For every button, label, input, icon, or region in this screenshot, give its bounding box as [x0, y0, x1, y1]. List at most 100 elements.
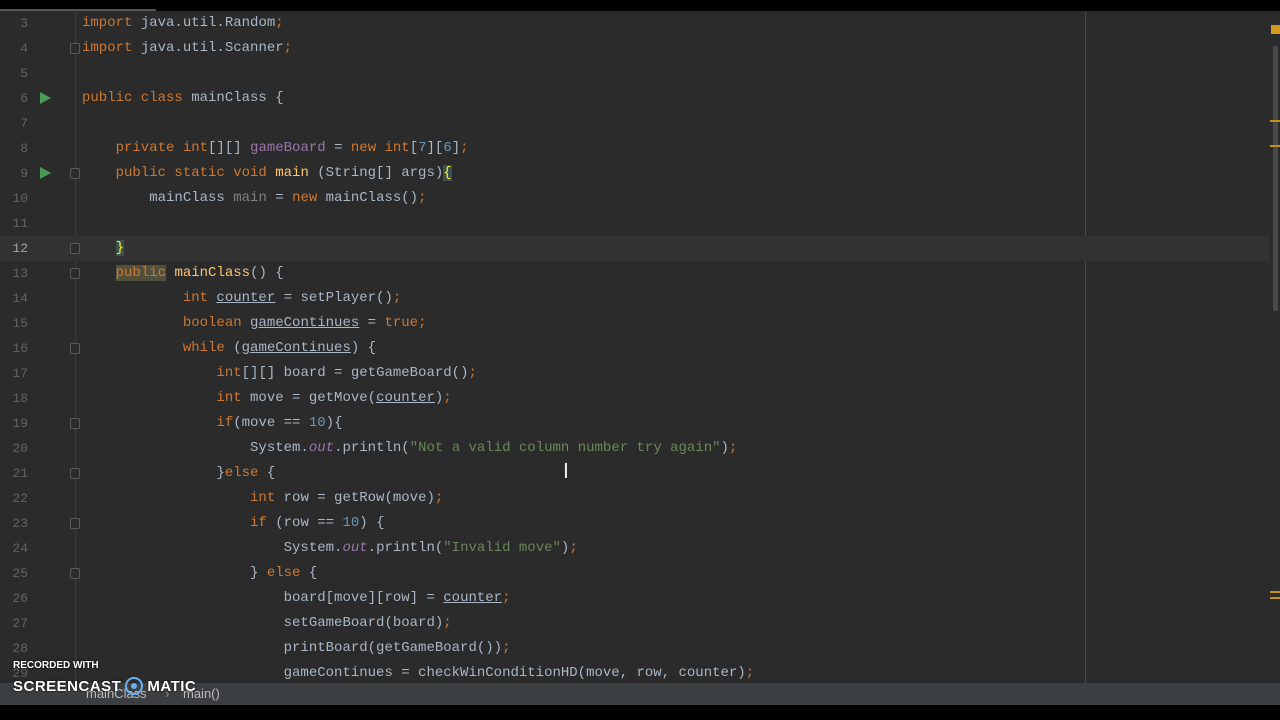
code-line[interactable]: 21 }else {	[0, 461, 1270, 486]
line-number: 11	[12, 216, 28, 231]
fold-marker-icon[interactable]	[70, 518, 80, 529]
fold-marker-icon[interactable]	[70, 43, 80, 54]
error-stripe-mark[interactable]	[1270, 120, 1280, 122]
code-line[interactable]: 11	[0, 211, 1270, 236]
fold-marker-icon[interactable]	[70, 418, 80, 429]
code-token: new	[292, 190, 326, 206]
code-token: ;	[502, 590, 511, 606]
line-number: 23	[12, 516, 28, 531]
line-number: 16	[12, 341, 28, 356]
watermark-right-text: MATIC	[147, 677, 197, 695]
fold-marker-icon[interactable]	[70, 468, 80, 479]
code-token: ][	[426, 140, 444, 156]
code-line[interactable]: 9 public static void main (String[] args…	[0, 161, 1270, 186]
code-line[interactable]: 16 while (gameContinues) {	[0, 336, 1270, 361]
code-line[interactable]: 19 if(move == 10){	[0, 411, 1270, 436]
error-stripe-mark[interactable]	[1270, 597, 1280, 599]
line-number: 28	[12, 641, 28, 656]
code-token: (	[233, 340, 242, 356]
run-gutter-icon[interactable]	[40, 92, 51, 104]
code-token: if	[82, 515, 276, 531]
line-number: 3	[20, 16, 28, 31]
code-line[interactable]: 22 int row = getRow(move);	[0, 486, 1270, 511]
code-token: out	[342, 540, 368, 556]
code-line[interactable]: 12 }	[0, 236, 1270, 261]
code-token: else	[266, 565, 309, 581]
code-token: board[move][row] =	[82, 590, 444, 606]
code-line[interactable]: 10 mainClass main = new mainClass();	[0, 186, 1270, 211]
code-line[interactable]: 7	[0, 111, 1270, 136]
code-line[interactable]: 25 } else {	[0, 561, 1270, 586]
code-token: gameContinues	[241, 340, 351, 356]
code-line[interactable]: 8 private int[][] gameBoard = new int[7]…	[0, 136, 1270, 161]
code-line[interactable]: 17 int[][] board = getGameBoard();	[0, 361, 1270, 386]
code-text: if (row == 10) {	[82, 511, 384, 536]
warning-indicator-icon[interactable]	[1271, 25, 1280, 34]
code-token: .println(	[367, 540, 444, 556]
fold-marker-icon[interactable]	[70, 268, 80, 279]
code-line[interactable]: 6 public class mainClass {	[0, 86, 1270, 111]
record-dot-icon	[125, 677, 144, 695]
vertical-scrollbar[interactable]	[1273, 46, 1278, 311]
code-token: =	[359, 315, 385, 331]
code-line[interactable]: 28 printBoard(getGameBoard());	[0, 636, 1270, 661]
fold-marker-icon[interactable]	[70, 168, 80, 179]
error-stripe-mark[interactable]	[1270, 145, 1280, 147]
code-token: "Invalid move"	[443, 540, 561, 556]
code-line[interactable]: 4 import java.util.Scanner;	[0, 36, 1270, 61]
fold-marker-icon[interactable]	[70, 568, 80, 579]
run-gutter-icon[interactable]	[40, 167, 51, 179]
code-token: if	[82, 415, 234, 431]
code-line[interactable]: 3 import java.util.Random;	[0, 11, 1270, 36]
line-number: 24	[12, 541, 28, 556]
code-line[interactable]: 15 boolean gameContinues = true;	[0, 311, 1270, 336]
code-token: }	[82, 565, 267, 581]
line-number: 20	[12, 441, 28, 456]
code-token: boolean	[82, 315, 251, 331]
code-line[interactable]: 18 int move = getMove(counter);	[0, 386, 1270, 411]
line-number: 14	[12, 291, 28, 306]
code-text: boolean gameContinues = true;	[82, 311, 427, 336]
code-token: ){	[325, 415, 343, 431]
video-bottom-bar	[0, 705, 1280, 720]
code-text: printBoard(getGameBoard());	[82, 636, 511, 661]
code-text: mainClass main = new mainClass();	[82, 186, 427, 211]
code-token: main	[233, 190, 267, 206]
code-text: System.out.println("Not a valid column n…	[82, 436, 737, 461]
code-text: private int[][] gameBoard = new int[7][6…	[82, 136, 469, 161]
code-token: ;	[418, 190, 427, 206]
code-token: )	[720, 440, 729, 456]
code-token: setGameBoard(board)	[82, 615, 444, 631]
code-token: int	[82, 365, 242, 381]
code-token: ;	[283, 40, 293, 56]
error-stripe-mark[interactable]	[1270, 591, 1280, 593]
code-token: else	[224, 465, 267, 481]
code-line[interactable]: 20 System.out.println("Not a valid colum…	[0, 436, 1270, 461]
code-line[interactable]: 27 setGameBoard(board);	[0, 611, 1270, 636]
code-token: row = getRow(move)	[283, 490, 435, 506]
line-number: 5	[20, 66, 28, 81]
code-line[interactable]: 14 int counter = setPlayer();	[0, 286, 1270, 311]
fold-marker-icon[interactable]	[70, 343, 80, 354]
code-line[interactable]: 26 board[move][row] = counter;	[0, 586, 1270, 611]
code-token: "Not a valid column number try again"	[409, 440, 721, 456]
code-token: =	[325, 140, 351, 156]
code-token: = setPlayer()	[275, 290, 393, 306]
code-token: ;	[418, 315, 427, 331]
code-text: System.out.println("Invalid move");	[82, 536, 578, 561]
code-line[interactable]: 24 System.out.println("Invalid move");	[0, 536, 1270, 561]
code-editor[interactable]: 3 import java.util.Random; 4 import java.ut…	[0, 11, 1280, 683]
fold-marker-icon[interactable]	[70, 243, 80, 254]
code-line[interactable]: 23 if (row == 10) {	[0, 511, 1270, 536]
code-token: ;	[569, 540, 578, 556]
code-text: while (gameContinues) {	[82, 336, 376, 361]
code-line[interactable]: 13 public mainClass() {	[0, 261, 1270, 286]
code-line[interactable]: 5	[0, 61, 1270, 86]
code-token: mainClass	[174, 265, 251, 281]
line-number: 21	[12, 466, 28, 481]
line-number: 26	[12, 591, 28, 606]
line-number: 19	[12, 416, 28, 431]
code-text: import java.util.Random;	[82, 11, 284, 36]
code-token: import	[82, 40, 133, 56]
